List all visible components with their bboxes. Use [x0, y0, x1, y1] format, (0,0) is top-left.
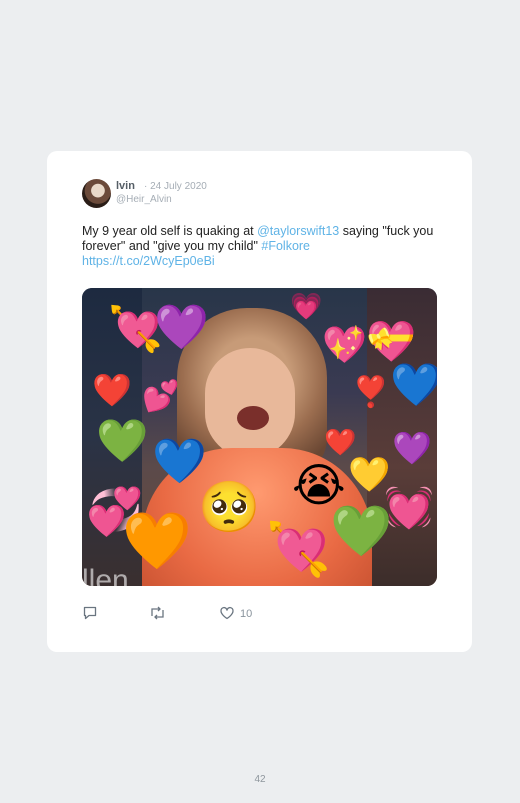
tweet-text: My 9 year old self is quaking at @taylor…	[82, 224, 442, 269]
user-handle[interactable]: @Heir_Alvin	[116, 194, 172, 205]
heart-exclamation-emoji: ❣️	[352, 375, 390, 410]
blue-heart-emoji: 💙	[390, 360, 437, 409]
retweet-button[interactable]	[149, 605, 166, 627]
orange-heart-emoji: 🧡	[122, 509, 192, 574]
purple-heart-emoji: 💜	[392, 429, 432, 467]
reply-button[interactable]	[82, 605, 98, 627]
growing-heart-emoji: 💗	[290, 292, 323, 322]
tweet-media[interactable]: llen 💘 💜 💗 💖 💝 ❤️ 💕 ❣️ 💙 💚 💙 ❤️ 💜 💛 😭 💞 …	[82, 288, 437, 586]
green-heart-emoji: 💚	[330, 502, 393, 560]
purple-heart-emoji: 💜	[154, 302, 209, 353]
tweet-url-link[interactable]: https://t.co/2WcyEp0eBi	[82, 254, 215, 268]
tweet-date: · 24 July 2020	[144, 181, 207, 192]
green-heart-emoji: 💚	[96, 416, 149, 465]
heart-outline-icon	[220, 606, 234, 620]
sparkling-heart-emoji: 💖	[322, 325, 367, 366]
page-number: 42	[254, 774, 266, 785]
pleading-face-emoji: 🥺	[198, 478, 261, 536]
display-name[interactable]: lvin	[116, 180, 135, 192]
speech-bubble-icon	[83, 606, 97, 620]
tweet-card: lvin · 24 July 2020 @Heir_Alvin My 9 yea…	[47, 151, 472, 652]
media-mouth	[237, 406, 269, 430]
heart-ribbon-emoji: 💝	[366, 319, 416, 365]
heart-arrow-emoji: 💘	[266, 520, 331, 580]
red-heart-emoji: ❤️	[92, 371, 132, 409]
hashtag-link[interactable]: #Folkore	[261, 239, 310, 253]
tweet-text-part: My 9 year old self is quaking at	[82, 224, 258, 238]
tweet-actions: 10	[82, 605, 442, 627]
two-hearts-emoji: 💕	[142, 379, 180, 414]
media-face	[205, 348, 295, 458]
red-heart-emoji: ❤️	[324, 428, 357, 458]
like-count: 10	[240, 608, 253, 620]
retweet-arrows-icon	[151, 606, 164, 620]
like-button[interactable]	[219, 605, 235, 627]
mention-link[interactable]: @taylorswift13	[257, 224, 339, 238]
avatar[interactable]	[82, 179, 111, 208]
